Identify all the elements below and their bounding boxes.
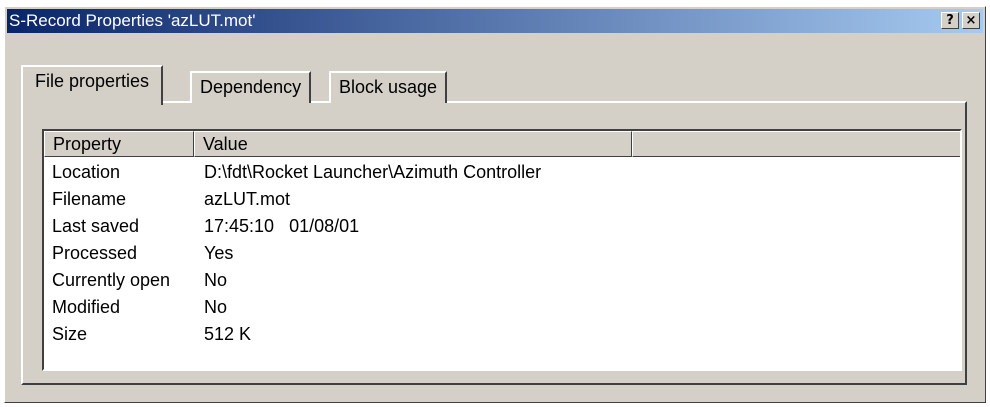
list-row-filename[interactable]: Filename azLUT.mot	[44, 186, 960, 213]
property-label: Modified	[52, 297, 121, 317]
list-row-modified[interactable]: Modified No	[44, 294, 960, 321]
property-label: Last saved	[52, 216, 140, 236]
help-button[interactable]: ?	[941, 12, 959, 29]
property-label: Currently open	[52, 270, 171, 290]
tab-dependency[interactable]: Dependency	[190, 71, 312, 103]
property-value: No	[204, 270, 228, 290]
property-value: azLUT.mot	[204, 189, 291, 209]
list-row-location[interactable]: Location D:\fdt\Rocket Launcher\Azimuth …	[44, 159, 960, 186]
property-value: No	[204, 297, 228, 317]
column-header-empty[interactable]	[632, 131, 960, 157]
properties-dialog: S-Record Properties 'azLUT.mot' ? × File…	[4, 6, 986, 403]
property-value: Yes	[204, 243, 234, 263]
list-row-last-saved[interactable]: Last saved 17:45:10 01/08/01	[44, 213, 960, 240]
column-header-property[interactable]: Property	[44, 131, 194, 157]
close-button[interactable]: ×	[962, 12, 980, 29]
property-value: 17:45:10 01/08/01	[204, 216, 360, 236]
list-rows: Location D:\fdt\Rocket Launcher\Azimuth …	[44, 159, 960, 348]
property-label: Size	[52, 324, 88, 344]
list-header: Property Value	[44, 131, 960, 157]
property-value: D:\fdt\Rocket Launcher\Azimuth Controlle…	[204, 162, 542, 182]
property-value: 512 K	[204, 324, 252, 344]
property-label: Processed	[52, 243, 138, 263]
property-label: Filename	[52, 189, 127, 209]
properties-list[interactable]: Property Value Location D:\fdt\Rocket La…	[42, 129, 962, 371]
list-row-processed[interactable]: Processed Yes	[44, 240, 960, 267]
tab-file-properties[interactable]: File properties	[21, 65, 164, 105]
list-row-currently-open[interactable]: Currently open No	[44, 267, 960, 294]
property-label: Location	[52, 162, 121, 182]
column-header-value[interactable]: Value	[194, 131, 632, 157]
title-bar[interactable]: S-Record Properties 'azLUT.mot' ? ×	[7, 9, 983, 33]
tab-block-usage[interactable]: Block usage	[329, 71, 448, 103]
list-row-size[interactable]: Size 512 K	[44, 321, 960, 348]
window-title: S-Record Properties 'azLUT.mot'	[9, 11, 256, 30]
